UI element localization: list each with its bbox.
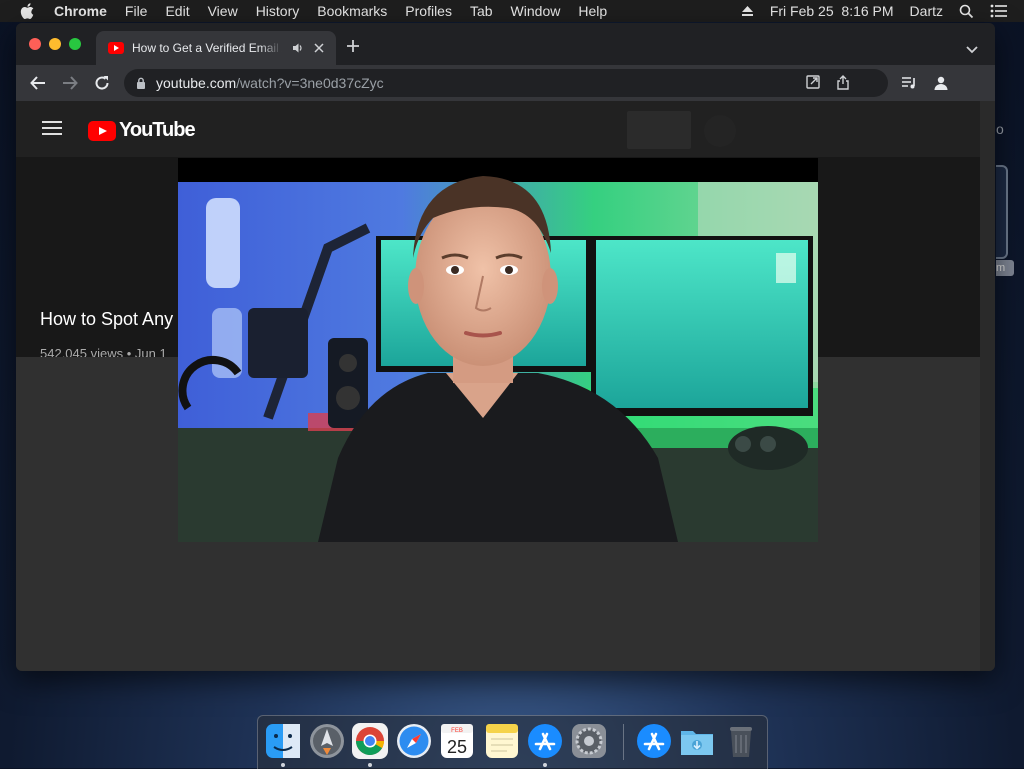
- dock-downloads-folder-icon[interactable]: [678, 722, 716, 760]
- menu-edit[interactable]: Edit: [165, 0, 189, 22]
- eject-icon[interactable]: [741, 5, 754, 17]
- dock-system-preferences-icon[interactable]: [570, 722, 608, 760]
- dock-calendar-month: FEB: [451, 728, 463, 734]
- dock-app-store-stack-icon[interactable]: [635, 722, 673, 760]
- video-player[interactable]: [178, 158, 818, 542]
- dock-running-indicator: [368, 763, 372, 767]
- video-title: How to Spot Any: [40, 309, 174, 329]
- lock-icon[interactable]: [136, 77, 146, 89]
- reload-button[interactable]: [92, 73, 112, 93]
- dock-app-store-icon[interactable]: [526, 722, 564, 760]
- browser-tab-active[interactable]: How to Get a Verified Email Address: [96, 31, 336, 65]
- dock-trash-icon[interactable]: [722, 722, 760, 760]
- dock-running-indicator: [281, 763, 285, 767]
- dock: FEB 25: [257, 715, 768, 769]
- spotlight-search-icon[interactable]: [959, 4, 974, 19]
- url-text[interactable]: youtube.com/watch?v=3ne0d37cZyc: [156, 75, 384, 91]
- chrome-window: How to Get a Verified Email Address: [16, 23, 995, 671]
- dock-chrome-icon[interactable]: [351, 722, 389, 760]
- media-controls-icon[interactable]: [899, 73, 919, 93]
- tab-strip: How to Get a Verified Email Address: [16, 23, 995, 65]
- address-bar[interactable]: youtube.com/watch?v=3ne0d37cZyc: [124, 69, 888, 97]
- profile-avatar-icon[interactable]: [931, 73, 951, 93]
- menu-app-name[interactable]: Chrome: [54, 0, 107, 22]
- url-path: /watch?v=3ne0d37cZyc: [236, 75, 384, 91]
- youtube-favicon-icon: [108, 42, 124, 54]
- apple-icon[interactable]: [20, 3, 36, 19]
- hamburger-menu-icon[interactable]: [42, 121, 62, 135]
- menu-bookmarks[interactable]: Bookmarks: [317, 0, 387, 22]
- notification-center-icon[interactable]: [990, 4, 1008, 18]
- menu-profiles[interactable]: Profiles: [405, 0, 452, 22]
- youtube-play-logo-icon: [88, 120, 116, 141]
- desktop-fragment-text: o: [996, 121, 1004, 137]
- tab-close-icon[interactable]: [314, 43, 324, 53]
- desktop-widget-edge: [996, 165, 1008, 259]
- dock-separator: [623, 724, 624, 760]
- tab-audio-playing-icon[interactable]: [292, 42, 304, 54]
- url-host: youtube.com: [156, 75, 237, 91]
- new-tab-button[interactable]: [346, 37, 360, 57]
- page-scrollbar[interactable]: [980, 101, 995, 671]
- video-frame-image: [178, 158, 818, 542]
- page-viewport: YouTube How to Spot Any 542,045 views • …: [16, 101, 980, 671]
- window-zoom-button[interactable]: [69, 38, 81, 50]
- header-placeholder: [627, 111, 691, 149]
- dock-calendar-day: 25: [447, 737, 467, 757]
- dock-notes-icon[interactable]: [483, 722, 521, 760]
- dock-running-indicator: [543, 763, 547, 767]
- menu-window[interactable]: Window: [511, 0, 561, 22]
- dock-safari-icon[interactable]: [395, 722, 433, 760]
- menu-history[interactable]: History: [256, 0, 300, 22]
- tab-search-chevron-icon[interactable]: [966, 41, 978, 59]
- tab-title: How to Get a Verified Email Address: [132, 41, 282, 55]
- header-avatar-placeholder: [704, 115, 736, 147]
- window-minimize-button[interactable]: [49, 38, 61, 50]
- window-close-button[interactable]: [29, 38, 41, 50]
- menu-user[interactable]: Dartz: [910, 3, 943, 19]
- browser-toolbar: youtube.com/watch?v=3ne0d37cZyc: [16, 65, 995, 101]
- menu-view[interactable]: View: [208, 0, 238, 22]
- menu-tab[interactable]: Tab: [470, 0, 493, 22]
- desktop-icon-label: m: [996, 260, 1014, 276]
- back-button[interactable]: [28, 73, 48, 93]
- menu-file[interactable]: File: [125, 0, 148, 22]
- share-icon[interactable]: [836, 75, 850, 95]
- dock-calendar-icon[interactable]: FEB 25: [438, 722, 476, 760]
- open-in-app-icon[interactable]: [806, 75, 820, 95]
- youtube-header: YouTube: [16, 101, 980, 157]
- youtube-logo-text: YouTube: [119, 119, 196, 141]
- dock-launchpad-icon[interactable]: [308, 722, 346, 760]
- youtube-logo[interactable]: YouTube: [88, 119, 196, 142]
- menu-clock[interactable]: Fri Feb 25 8:16 PM: [770, 3, 894, 19]
- menu-bar: Chrome File Edit View History Bookmarks …: [0, 0, 1024, 22]
- dock-finder-icon[interactable]: [264, 722, 302, 760]
- menu-help[interactable]: Help: [578, 0, 607, 22]
- forward-button[interactable]: [60, 73, 80, 93]
